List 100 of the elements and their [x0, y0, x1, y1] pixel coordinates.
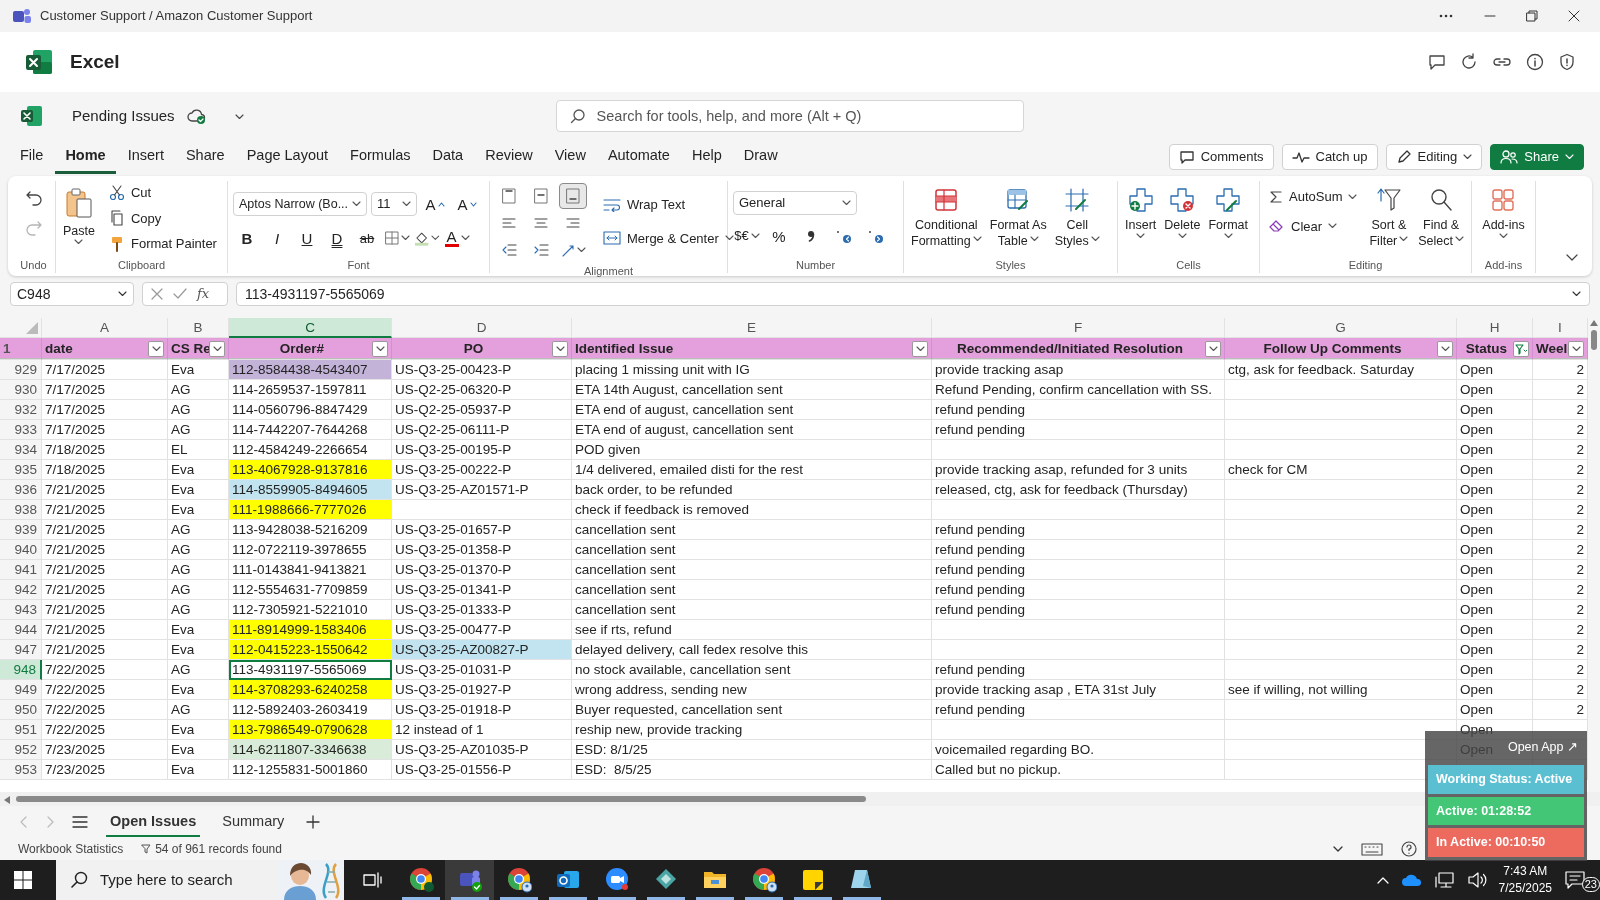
row-number[interactable]: 944: [0, 620, 42, 640]
clock[interactable]: 7:43 AM 7/25/2025: [1498, 863, 1552, 897]
autosum-button[interactable]: AutoSum: [1265, 185, 1362, 209]
row-number[interactable]: 949: [0, 680, 42, 700]
clear-button[interactable]: Clear: [1265, 214, 1362, 238]
statistics-link[interactable]: Workbook Statistics: [18, 840, 124, 858]
strike-button[interactable]: ab: [353, 225, 381, 251]
row-number[interactable]: 953: [0, 760, 42, 780]
row-number[interactable]: 935: [0, 460, 42, 480]
font-size-dropdown[interactable]: 11: [371, 192, 417, 216]
menu-icon[interactable]: [72, 816, 88, 828]
filter-button[interactable]: [1568, 340, 1584, 357]
menu-tab[interactable]: Insert: [117, 140, 174, 174]
volume-icon[interactable]: [1466, 871, 1487, 889]
currency-button[interactable]: $€: [733, 223, 761, 249]
column-header[interactable]: D: [392, 318, 572, 338]
cloud-icon[interactable]: [1400, 873, 1423, 887]
insert-button[interactable]: Insert: [1123, 185, 1159, 241]
font-color-button[interactable]: A: [443, 225, 471, 251]
column-header[interactable]: E: [572, 318, 932, 338]
shield-icon[interactable]: [1558, 53, 1576, 71]
filter-button[interactable]: [148, 340, 164, 357]
sort-filter-button[interactable]: Sort & Filter: [1367, 185, 1411, 251]
font-name-dropdown[interactable]: Aptos Narrow (Bo...: [233, 192, 367, 216]
row-number[interactable]: 940: [0, 540, 42, 560]
row-number[interactable]: 929: [0, 360, 42, 380]
shrink-font-button[interactable]: A: [453, 191, 481, 217]
plus-icon[interactable]: [306, 815, 321, 829]
arrow-up-icon[interactable]: [1590, 320, 1598, 326]
menu-tab[interactable]: Review: [475, 140, 543, 174]
row-number[interactable]: 939: [0, 520, 42, 540]
info-icon[interactable]: [1526, 53, 1544, 71]
formula-field[interactable]: 113-4931197-5565069: [236, 282, 1590, 306]
paste-button[interactable]: Paste: [61, 181, 97, 247]
chevron-down-icon[interactable]: [1566, 254, 1578, 262]
notification-icon[interactable]: [1564, 870, 1586, 891]
filter-button[interactable]: [1437, 340, 1453, 357]
percent-button[interactable]: %: [765, 223, 793, 249]
menu-tab[interactable]: Automate: [597, 140, 680, 174]
italic-button[interactable]: I: [263, 225, 291, 251]
bottom-align-button[interactable]: [559, 183, 587, 209]
column-header[interactable]: I: [1533, 318, 1588, 338]
menu-tab[interactable]: Help: [681, 140, 732, 174]
network-icon[interactable]: [1434, 871, 1455, 889]
grow-font-button[interactable]: A: [421, 191, 449, 217]
copy-button[interactable]: Copy: [104, 206, 221, 230]
catch-up-button[interactable]: Catch up: [1281, 144, 1378, 170]
add-ins-button[interactable]: Add-ins: [1480, 185, 1527, 241]
menu-tab[interactable]: Share: [175, 140, 235, 174]
menu-tab[interactable]: Home: [55, 140, 116, 174]
chevron-down-icon[interactable]: [1333, 845, 1343, 853]
row-number[interactable]: 942: [0, 580, 42, 600]
filter-button[interactable]: [372, 340, 388, 357]
check-icon[interactable]: [173, 288, 187, 300]
comments-button[interactable]: Comments: [1168, 144, 1274, 170]
restore-icon[interactable]: [1526, 10, 1538, 22]
row-number[interactable]: 938: [0, 500, 42, 520]
close-icon[interactable]: [1568, 10, 1580, 22]
column-header[interactable]: A: [42, 318, 168, 338]
filter-button[interactable]: [552, 340, 568, 357]
name-box[interactable]: C948: [10, 282, 134, 306]
cancel-icon[interactable]: [151, 288, 163, 300]
undo-icon[interactable]: [24, 189, 43, 207]
function-button[interactable]: fx: [197, 284, 210, 304]
task-view-icon[interactable]: [362, 871, 382, 889]
help-icon[interactable]: [1401, 841, 1417, 857]
filter-button[interactable]: [1513, 340, 1529, 357]
document-name[interactable]: Pending Issues: [72, 104, 175, 128]
find-select-button[interactable]: Find & Select: [1416, 185, 1466, 251]
open-app-link[interactable]: Open App ↗: [1507, 740, 1578, 754]
menu-tab[interactable]: Data: [422, 140, 474, 174]
format-button[interactable]: Format: [1206, 185, 1250, 241]
keyboard-icon[interactable]: [1361, 842, 1383, 856]
menu-tab[interactable]: Page Layout: [236, 140, 339, 174]
menu-tab[interactable]: View: [544, 140, 596, 174]
sheet-tab[interactable]: Summary: [218, 806, 289, 838]
column-header[interactable]: G: [1225, 318, 1457, 338]
menu-tab[interactable]: Formulas: [340, 140, 421, 174]
filter-button[interactable]: [1205, 340, 1221, 357]
scrollbar-thumb[interactable]: [1591, 330, 1597, 350]
row-number[interactable]: 950: [0, 700, 42, 720]
share-button[interactable]: Share: [1490, 144, 1584, 170]
bold-button[interactable]: B: [233, 225, 261, 251]
filter-button[interactable]: [209, 340, 225, 357]
column-header[interactable]: B: [168, 318, 229, 338]
menu-tab[interactable]: Draw: [733, 140, 788, 174]
scrollbar-thumb[interactable]: [16, 796, 866, 802]
cell-styles-button[interactable]: Cell Styles: [1052, 185, 1102, 251]
arrow-left-icon[interactable]: [4, 796, 10, 804]
row-number[interactable]: 932: [0, 400, 42, 420]
delete-button[interactable]: Delete: [1162, 185, 1203, 241]
refresh-icon[interactable]: [1460, 53, 1478, 71]
conditional-formatting-button[interactable]: Conditional Formatting: [909, 185, 984, 251]
row-number[interactable]: 941: [0, 560, 42, 580]
cut-button[interactable]: Cut: [104, 181, 221, 205]
double-button[interactable]: D: [323, 225, 351, 251]
chevron-up-icon[interactable]: [1376, 876, 1389, 884]
start-icon[interactable]: [14, 871, 32, 889]
column-header[interactable]: C: [229, 318, 392, 338]
chat-bubble-icon[interactable]: [1428, 53, 1446, 71]
